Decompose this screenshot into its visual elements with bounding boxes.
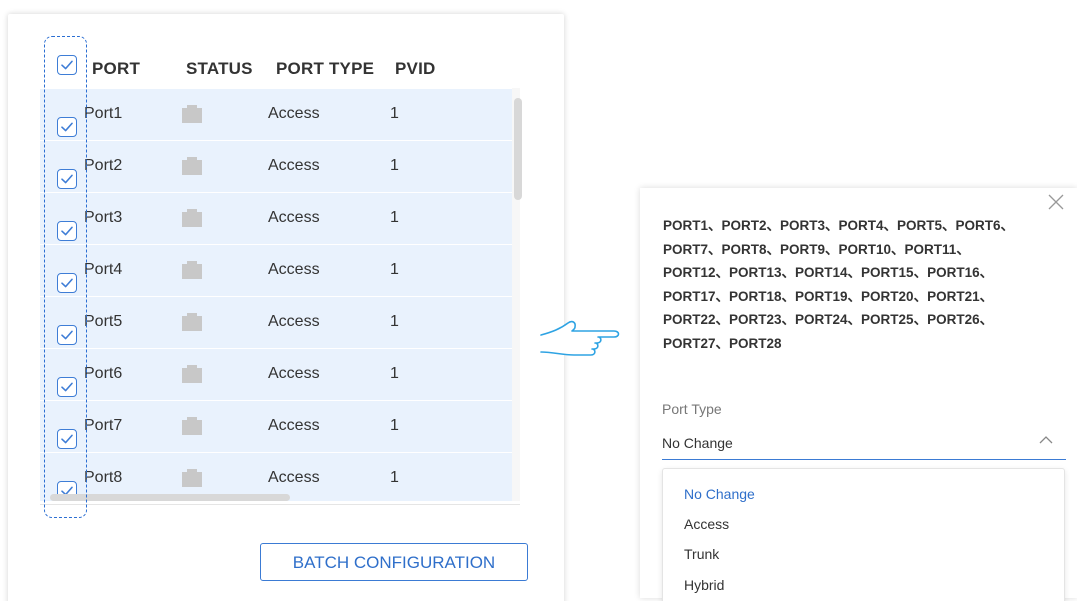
table-row[interactable]: Port6 Access 1 bbox=[40, 348, 512, 400]
header-port-type[interactable]: PORT TYPE bbox=[276, 59, 374, 79]
table-row[interactable]: Port3 Access 1 bbox=[40, 192, 512, 244]
close-icon[interactable] bbox=[1046, 192, 1066, 212]
port-type-value: Access bbox=[268, 417, 320, 434]
selected-ports-line: PORT7、PORT8、PORT9、PORT10、PORT11、 bbox=[663, 241, 970, 257]
ethernet-port-icon bbox=[182, 261, 202, 279]
port-type-label: Port Type bbox=[662, 401, 722, 417]
selected-ports-line: PORT1、PORT2、PORT3、PORT4、PORT5、PORT6、 bbox=[663, 218, 1015, 233]
port-name: Port5 bbox=[84, 313, 123, 330]
table-row[interactable]: Port5 Access 1 bbox=[40, 296, 512, 348]
chevron-up-icon[interactable] bbox=[1038, 434, 1054, 446]
port-type-value: Access bbox=[268, 469, 320, 486]
ethernet-port-icon bbox=[182, 105, 202, 123]
selected-ports-list: PORT1、PORT2、PORT3、PORT4、PORT5、PORT6、 POR… bbox=[663, 214, 1063, 355]
batch-configuration-button[interactable]: BATCH CONFIGURATION bbox=[260, 543, 528, 581]
port-name: Port4 bbox=[84, 261, 123, 278]
table-row[interactable]: Port7 Access 1 bbox=[40, 400, 512, 452]
port-name: Port2 bbox=[84, 157, 123, 174]
option-trunk[interactable]: Trunk bbox=[684, 546, 719, 562]
port-type-value: Access bbox=[268, 365, 320, 382]
table-row[interactable]: Port4 Access 1 bbox=[40, 244, 512, 296]
ethernet-port-icon bbox=[182, 157, 202, 175]
port-name: Port6 bbox=[84, 365, 123, 382]
port-name: Port1 bbox=[84, 105, 123, 122]
pvid-value: 1 bbox=[390, 105, 399, 122]
ethernet-port-icon bbox=[182, 469, 202, 487]
option-hybrid[interactable]: Hybrid bbox=[684, 577, 724, 593]
port-type-dropdown: No Change Access Trunk Hybrid bbox=[662, 468, 1065, 601]
ethernet-port-icon bbox=[182, 417, 202, 435]
port-type-value: Access bbox=[268, 105, 320, 122]
port-type-value: Access bbox=[268, 313, 320, 330]
port-name: Port8 bbox=[84, 469, 123, 486]
table-divider bbox=[40, 504, 520, 505]
ethernet-port-icon bbox=[182, 365, 202, 383]
port-name: Port3 bbox=[84, 209, 123, 226]
pvid-value: 1 bbox=[390, 157, 399, 174]
selected-ports-line: PORT27、PORT28 bbox=[663, 335, 782, 351]
ethernet-port-icon bbox=[182, 313, 202, 331]
header-status[interactable]: STATUS bbox=[186, 59, 253, 79]
selected-ports-line: PORT12、PORT13、PORT14、PORT15、PORT16、 bbox=[663, 265, 994, 280]
table-row[interactable]: Port1 Access 1 bbox=[40, 88, 512, 140]
pvid-value: 1 bbox=[390, 313, 399, 330]
ethernet-port-icon bbox=[182, 209, 202, 227]
pointing-hand-icon bbox=[540, 320, 620, 356]
port-type-value: Access bbox=[268, 209, 320, 226]
table-row[interactable]: Port2 Access 1 bbox=[40, 140, 512, 192]
pvid-value: 1 bbox=[390, 365, 399, 382]
header-port[interactable]: PORT bbox=[92, 59, 140, 79]
port-type-value: Access bbox=[268, 261, 320, 278]
pvid-value: 1 bbox=[390, 209, 399, 226]
selected-ports-line: PORT22、PORT23、PORT24、PORT25、PORT26、 bbox=[663, 312, 994, 327]
port-type-value: Access bbox=[268, 157, 320, 174]
table-body: Port1 Access 1 Port2 Access 1 Port3 Access 1 Port… bbox=[40, 88, 512, 501]
port-type-select[interactable]: No Change bbox=[662, 435, 733, 451]
selected-ports-line: PORT17、PORT18、PORT19、PORT20、PORT21、 bbox=[663, 288, 994, 304]
option-no-change[interactable]: No Change bbox=[684, 486, 755, 502]
checkbox-column-highlight bbox=[44, 36, 87, 518]
port-name: Port7 bbox=[84, 417, 123, 434]
pvid-value: 1 bbox=[390, 417, 399, 434]
option-access[interactable]: Access bbox=[684, 516, 729, 532]
port-type-underline bbox=[662, 459, 1066, 460]
vertical-scrollbar-thumb[interactable] bbox=[514, 98, 522, 200]
pvid-value: 1 bbox=[390, 469, 399, 486]
header-pvid[interactable]: PVID bbox=[395, 59, 435, 79]
pvid-value: 1 bbox=[390, 261, 399, 278]
